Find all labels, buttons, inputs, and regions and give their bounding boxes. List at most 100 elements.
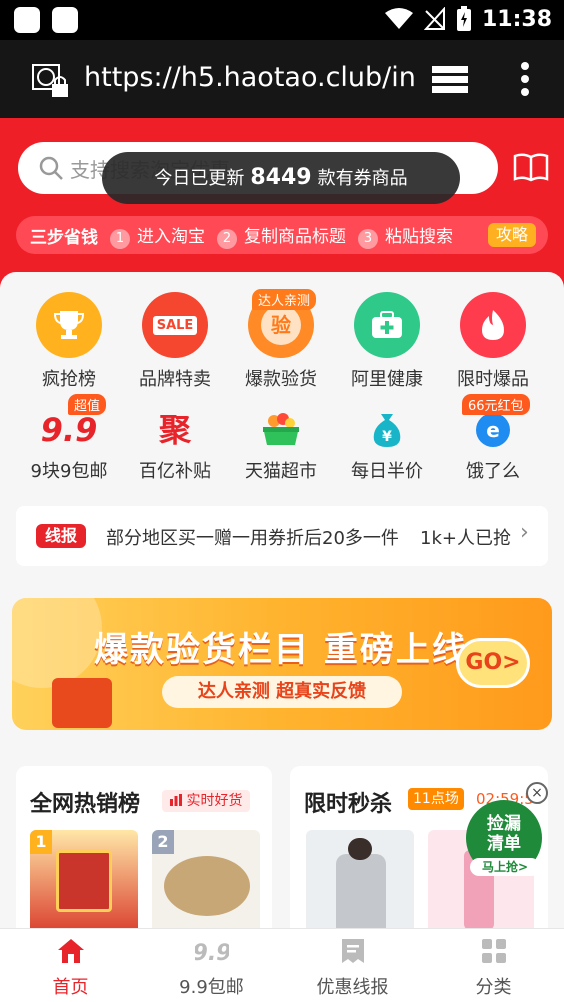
grid-icon xyxy=(481,939,506,963)
status-bar: 11:38 xyxy=(0,0,564,40)
grab-now-button[interactable]: 马上抢> xyxy=(470,858,540,876)
no-signal-icon xyxy=(423,7,445,30)
tab-nine-nine[interactable]: 9.9 9.9包邮 xyxy=(141,929,282,1002)
ninenine-tab-icon: 9.9 xyxy=(192,941,231,966)
category-daily-half[interactable]: ¥ 每日半价 xyxy=(337,410,437,483)
tab-home[interactable]: 首页 xyxy=(0,929,141,1002)
category-brand-sale[interactable]: SALE 品牌特卖 xyxy=(125,292,225,391)
tab-deal-news[interactable]: 优惠线报 xyxy=(282,929,423,1002)
banner-decoration xyxy=(12,598,102,688)
toast-count: 8449 xyxy=(250,165,312,190)
step-1: 1 进入淘宝 xyxy=(110,222,205,249)
category-label: 每日半价 xyxy=(351,461,423,482)
widget-line-1: 捡漏 xyxy=(487,814,521,834)
tab-label: 分类 xyxy=(475,977,512,998)
more-menu-icon[interactable] xyxy=(520,62,530,96)
tab-label: 9.9包邮 xyxy=(179,977,244,998)
pistachio-bowl xyxy=(164,856,250,916)
category-badge: 66元红包 xyxy=(462,394,530,415)
hot-sales-card[interactable]: 全网热销榜 实时好货 1 2 xyxy=(16,766,272,936)
toast-suffix: 款有券商品 xyxy=(317,168,408,189)
promo-banner[interactable]: 爆款验货栏目 重磅上线 达人亲测 超真实反馈 GO> xyxy=(12,598,552,730)
bottom-tab-bar: 首页 9.9 9.9包邮 优惠线报 分类 xyxy=(0,928,564,1002)
card-title: 限时秒杀 xyxy=(304,792,393,817)
category-crazy-rank[interactable]: 疯抢榜 xyxy=(19,292,119,391)
session-tag: 11点场 xyxy=(408,788,464,810)
tabs-icon[interactable] xyxy=(432,66,470,94)
news-tag: 线报 xyxy=(36,524,87,548)
guide-button[interactable]: 攻略 xyxy=(487,223,536,247)
tab-label: 优惠线报 xyxy=(316,977,389,998)
realtime-tag: 实时好货 xyxy=(162,790,251,812)
url-text[interactable]: https://h5.haotao.club/in xyxy=(84,62,416,93)
category-label: 百亿补贴 xyxy=(139,461,211,482)
battery-icon xyxy=(456,6,471,31)
browser-toolbar: https://h5.haotao.club/in xyxy=(0,40,564,118)
flame-icon xyxy=(460,292,526,358)
model-head xyxy=(348,838,372,860)
jacket-model xyxy=(336,854,386,936)
step-2: 2 复制商品标题 xyxy=(217,222,346,249)
category-badge: 超值 xyxy=(68,394,107,415)
category-label: 饿了么 xyxy=(466,461,520,482)
book-icon[interactable] xyxy=(513,152,549,182)
close-icon[interactable]: × xyxy=(526,782,548,804)
gift-box-decoration xyxy=(52,678,112,728)
rank-badge: 1 xyxy=(30,830,52,854)
site-info-lock-icon[interactable] xyxy=(32,64,72,100)
category-nine-nine[interactable]: 9.9 9块9包邮 xyxy=(19,410,119,483)
step-3: 3 粘贴搜索 xyxy=(358,222,453,249)
wifi-icon xyxy=(384,8,413,29)
chevron-right-icon: › xyxy=(520,520,529,545)
clock: 11:38 xyxy=(481,6,552,32)
category-flash-hits[interactable]: 限时爆品 xyxy=(443,292,543,391)
tab-label: 首页 xyxy=(52,977,89,998)
update-toast: 今日已更新 8449 款有券商品 xyxy=(102,152,460,204)
category-eleme[interactable]: e 饿了么 xyxy=(443,410,543,483)
category-label: 9块9包邮 xyxy=(30,461,108,482)
savings-steps-bar[interactable]: 三步省钱 1 进入淘宝 2 复制商品标题 3 粘贴搜索 攻略 xyxy=(16,216,548,254)
category-label: 限时爆品 xyxy=(457,369,529,390)
category-tmall-market[interactable]: 天猫超市 xyxy=(231,410,331,483)
ninenine-icon: 9.9 xyxy=(40,411,98,449)
banner-go-button[interactable]: GO> xyxy=(456,638,530,688)
sale-icon: SALE xyxy=(142,292,208,358)
news-text: 部分地区买一赠一用券折后20多一件 xyxy=(106,528,399,549)
eleme-icon: e xyxy=(443,410,543,450)
product-image[interactable]: 1 xyxy=(30,830,138,936)
widget-line-2: 清单 xyxy=(487,834,521,854)
category-label: 品牌特卖 xyxy=(139,369,211,390)
category-ali-health[interactable]: 阿里健康 xyxy=(337,292,437,391)
notification-icon xyxy=(14,7,40,33)
doc-icon xyxy=(341,939,364,963)
moneybag-icon: ¥ xyxy=(337,410,437,450)
bar-chart-icon xyxy=(170,794,182,806)
news-count: 1k+人已抢 xyxy=(420,528,511,549)
category-label: 疯抢榜 xyxy=(42,369,96,390)
subsidy-icon: 聚 xyxy=(158,411,191,449)
svg-text:¥: ¥ xyxy=(382,429,392,445)
category-label: 阿里健康 xyxy=(351,369,423,390)
product-image[interactable] xyxy=(306,830,414,936)
category-label: 天猫超市 xyxy=(245,461,317,482)
banner-subtitle: 达人亲测 超真实反馈 xyxy=(162,676,402,708)
category-badge: 达人亲测 xyxy=(252,289,317,310)
trophy-icon xyxy=(36,292,102,358)
product-image[interactable]: 2 xyxy=(152,830,260,936)
notification-icon xyxy=(52,7,78,33)
card-title: 全网热销榜 xyxy=(30,792,141,817)
home-icon xyxy=(57,939,84,963)
steps-title: 三步省钱 xyxy=(30,227,98,248)
rank-badge: 2 xyxy=(152,830,174,854)
category-subsidy[interactable]: 聚 百亿补贴 xyxy=(125,410,225,483)
svg-text:9.9: 9.9 xyxy=(195,941,229,965)
category-label: 爆款验货 xyxy=(245,369,317,390)
toast-prefix: 今日已更新 xyxy=(154,168,245,189)
basket-icon xyxy=(231,410,331,450)
nut-gift-box xyxy=(56,850,112,912)
svg-text:e: e xyxy=(486,418,500,442)
search-icon xyxy=(39,156,63,180)
tab-categories[interactable]: 分类 xyxy=(423,929,564,1002)
medkit-icon xyxy=(354,292,420,358)
deal-news-ticker[interactable]: 线报 部分地区买一赠一用券折后20多一件 1k+人已抢 › xyxy=(16,506,548,566)
